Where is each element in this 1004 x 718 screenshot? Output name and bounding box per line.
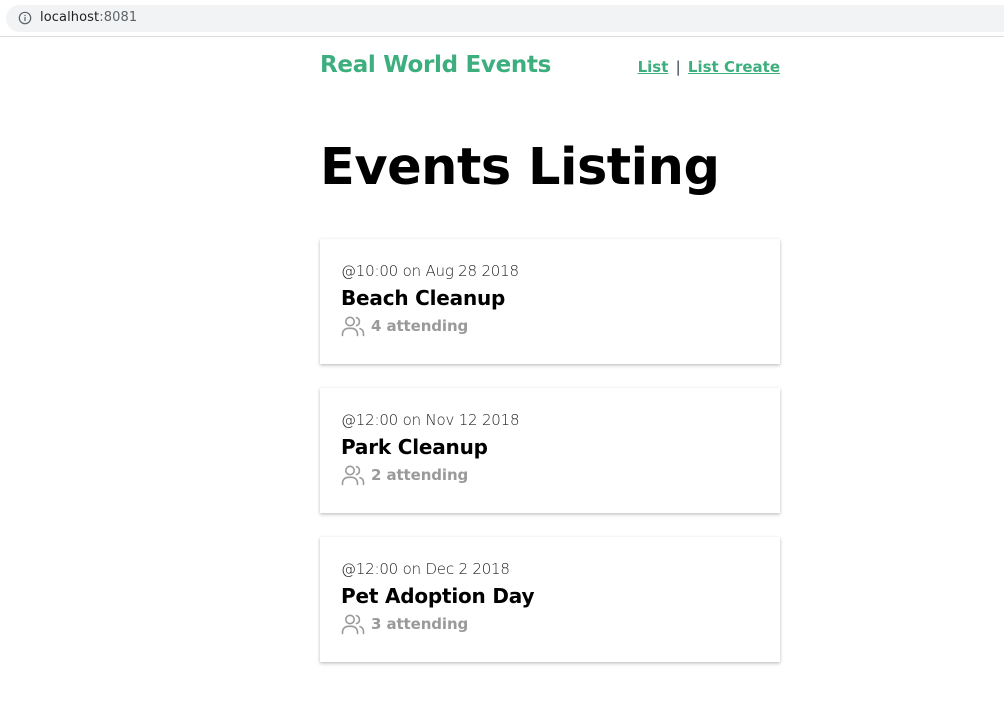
url-port: :8081	[99, 10, 138, 25]
event-attending: 4 attending	[341, 315, 468, 337]
users-icon	[341, 316, 365, 337]
users-icon	[341, 465, 365, 486]
event-title: Park Cleanup	[341, 435, 488, 459]
attending-count: 2 attending	[371, 466, 469, 484]
event-card[interactable]: @12:00 on Dec 2 2018 Pet Adoption Day 3 …	[320, 537, 780, 662]
info-icon[interactable]	[18, 11, 32, 25]
event-title: Beach Cleanup	[341, 286, 506, 310]
attending-count: 3 attending	[371, 615, 469, 633]
url-field[interactable]: localhost:8081	[6, 5, 1004, 32]
url-text[interactable]: localhost:8081	[40, 10, 137, 25]
event-time: @12:00 on Dec 2 2018	[341, 560, 510, 578]
event-time: @12:00 on Nov 12 2018	[341, 411, 520, 429]
page-title: Events Listing	[320, 138, 720, 197]
app-container: Real World Events List | List Create Eve…	[320, 37, 780, 662]
event-card[interactable]: @12:00 on Nov 12 2018 Park Cleanup 2 att…	[320, 388, 780, 513]
event-card[interactable]: @10:00 on Aug 28 2018 Beach Cleanup 4 at…	[320, 239, 780, 364]
url-host: localhost	[40, 10, 100, 25]
nav-links: List | List Create	[638, 58, 780, 76]
event-title: Pet Adoption Day	[341, 584, 535, 608]
nav-separator: |	[675, 58, 681, 76]
attending-count: 4 attending	[371, 317, 469, 335]
event-time: @10:00 on Aug 28 2018	[341, 262, 519, 280]
users-icon	[341, 614, 365, 635]
nav-link-list[interactable]: List	[638, 58, 669, 76]
event-attending: 2 attending	[341, 464, 468, 486]
browser-address-bar: localhost:8081	[0, 0, 1004, 37]
brand-title: Real World Events	[320, 52, 552, 78]
event-attending: 3 attending	[341, 613, 468, 635]
nav-link-list-create[interactable]: List Create	[688, 58, 780, 76]
navbar: Real World Events List | List Create	[320, 37, 780, 99]
